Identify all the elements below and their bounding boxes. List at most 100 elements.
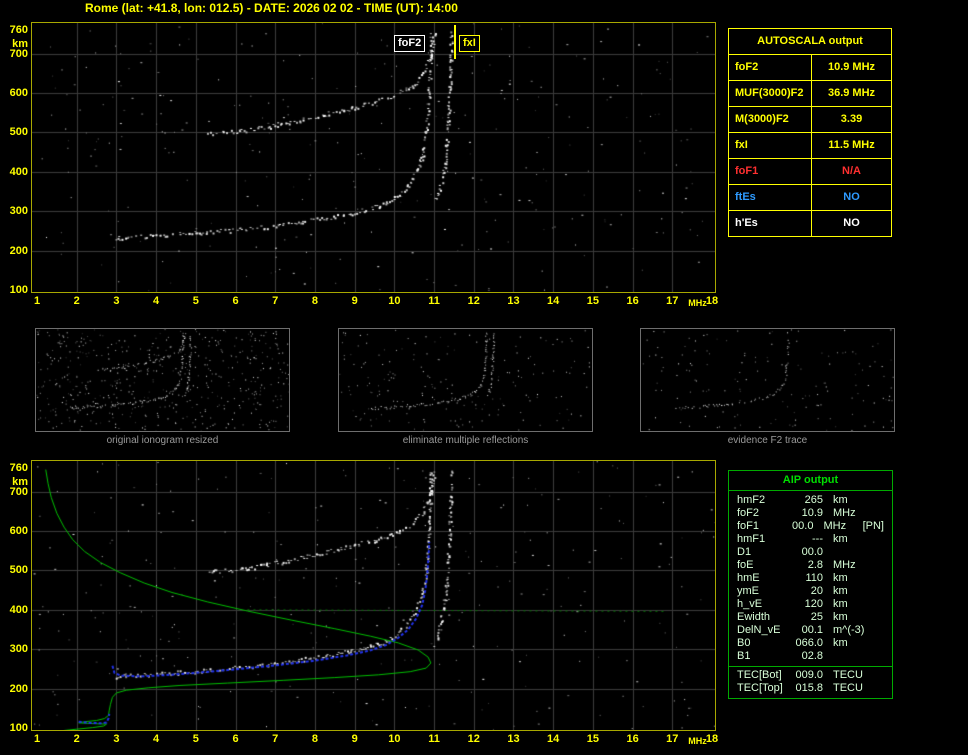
aip-param-unit — [833, 546, 877, 559]
x-axis-tick: 11 — [428, 733, 440, 745]
aip-param-unit — [833, 650, 877, 663]
aip-param-value: 066.0 — [795, 637, 823, 649]
aip-param-label: TEC[Bot] — [737, 669, 782, 681]
x-axis-tick: 9 — [351, 733, 358, 745]
x-axis-tick: 3 — [113, 295, 120, 307]
y-axis-tick: 600 — [9, 87, 28, 100]
aip-param-label: h_vE — [737, 598, 763, 610]
aip-table-header: AIP output — [729, 471, 892, 491]
y-axis-unit: km — [12, 476, 28, 488]
aip-param-unit: MHz — [833, 559, 856, 571]
aip-param-value: 110 — [805, 572, 823, 584]
profile-ionogram-plot — [32, 461, 715, 730]
x-axis-tick: 12 — [467, 295, 480, 307]
y-axis-tick: 300 — [9, 643, 28, 656]
x-axis-tick: 4 — [153, 733, 160, 745]
aip-param-note — [877, 546, 892, 559]
aip-param-unit: km — [833, 572, 848, 584]
x-axis-tick: 12 — [467, 733, 480, 745]
aip-param-note — [877, 650, 892, 663]
x-axis-tick: 13 — [507, 295, 520, 307]
x-axis-tick: 7 — [272, 733, 279, 745]
aip-row: Ewidth 25 km — [729, 611, 892, 624]
aip-row: B1 02.8 — [729, 650, 892, 663]
autoscala-param-value: 3.39 — [840, 113, 863, 125]
aip-param-label: DelN_vE — [737, 624, 781, 636]
aip-param-note — [877, 598, 892, 611]
aip-param-unit: km — [833, 598, 848, 610]
autoscala-param-label: fxI — [729, 133, 812, 158]
thumbnail-original-ionogram — [35, 328, 290, 432]
y-axis-tick: 300 — [9, 205, 28, 218]
aip-param-note — [877, 624, 892, 637]
aip-param-label: TEC[Top] — [737, 682, 783, 694]
x-axis-tick: 15 — [586, 295, 599, 307]
aip-param-value: 10.9 — [801, 507, 823, 519]
aip-row: ymE 20 km — [729, 585, 892, 598]
thumbnail-evidence-plot — [641, 329, 894, 431]
x-axis-tick: 10 — [388, 295, 401, 307]
x-axis-tick: 1 — [33, 295, 41, 307]
aip-param-label: D1 — [737, 546, 752, 558]
aip-param-label: hmF1 — [737, 533, 766, 545]
aip-param-value: 2.8 — [807, 559, 823, 571]
aip-param-value: 009.0 — [795, 669, 823, 681]
aip-param-note — [877, 507, 892, 520]
x-axis-tick: 16 — [626, 733, 639, 745]
thumbnail-evidence-f2 — [640, 328, 895, 432]
aip-param-label: foF2 — [737, 507, 760, 519]
aip-param-label: foE — [737, 559, 754, 571]
autoscala-row: h'Es NO — [729, 211, 891, 236]
autoscala-window: Rome (lat: +41.8, lon: 012.5) - DATE: 20… — [0, 0, 968, 755]
y-axis-tick: 500 — [9, 564, 28, 577]
aip-param-label: foF1 — [737, 520, 760, 532]
aip-output-table: AIP output hmF2 265 km foF2 10.9 MHz foF1 00.0 MH… — [728, 470, 893, 699]
x-axis-tick: 2 — [73, 295, 80, 307]
autoscala-param-value: N/A — [842, 165, 861, 177]
x-axis-tick: 14 — [547, 295, 560, 307]
aip-param-unit: km — [833, 533, 848, 545]
aip-param-label: hmE — [737, 572, 760, 584]
y-axis-tick: 100 — [9, 284, 28, 296]
x-axis-tick: 3 — [113, 733, 120, 745]
aip-row: TEC[Top] 015.8 TECU — [729, 682, 892, 695]
autoscala-table-header: AUTOSCALA output — [729, 29, 891, 55]
autoscala-param-value: 10.9 MHz — [827, 61, 876, 73]
thumbnail-eliminate-plot — [339, 329, 592, 431]
aip-row: hmE 110 km — [729, 572, 892, 585]
x-axis-tick: 1 — [33, 733, 41, 745]
y-axis-tick: 100 — [9, 722, 28, 734]
y-axis-tick: 200 — [9, 682, 28, 695]
autoscala-param-value: 11.5 MHz — [828, 139, 875, 151]
autoscala-param-label: h'Es — [729, 211, 812, 236]
aip-row: h_vE 120 km — [729, 598, 892, 611]
autoscala-row: ftEs NO — [729, 185, 891, 211]
x-axis-tick: 17 — [666, 733, 679, 745]
aip-param-unit: km — [833, 494, 848, 506]
thumbnail-caption-evidence: evidence F2 trace — [727, 435, 808, 446]
aip-param-unit: km — [833, 611, 848, 623]
y-axis-tick: 500 — [9, 126, 28, 139]
x-axis-tick: 2 — [73, 733, 80, 745]
aip-param-note — [877, 572, 892, 585]
aip-param-note — [877, 559, 892, 572]
aip-row: foE 2.8 MHz — [729, 559, 892, 572]
x-axis-tick: 6 — [232, 295, 239, 307]
aip-param-value: 265 — [804, 494, 823, 506]
x-axis-tick: 13 — [507, 733, 520, 745]
aip-row: D1 00.0 — [729, 546, 892, 559]
autoscala-param-label: M(3000)F2 — [729, 107, 812, 132]
aip-param-value: 00.0 — [801, 546, 823, 558]
aip-param-value: 20 — [810, 585, 823, 597]
x-axis-tick: 5 — [192, 295, 199, 307]
aip-param-value: 120 — [804, 598, 823, 610]
autoscala-row: foF2 10.9 MHz — [729, 55, 891, 81]
y-axis-tick: 760 — [9, 462, 28, 474]
aip-param-unit: m^(-3) — [833, 624, 865, 636]
autoscala-row: fxI 11.5 MHz — [729, 133, 891, 159]
autoscala-output-table: AUTOSCALA output foF2 10.9 MHz MUF(3000)F2 3… — [728, 28, 892, 237]
x-axis-unit: MHz — [688, 298, 707, 308]
autoscala-param-value: NO — [843, 217, 860, 229]
y-axis-tick: 200 — [9, 244, 28, 257]
x-axis-tick: 10 — [388, 733, 401, 745]
